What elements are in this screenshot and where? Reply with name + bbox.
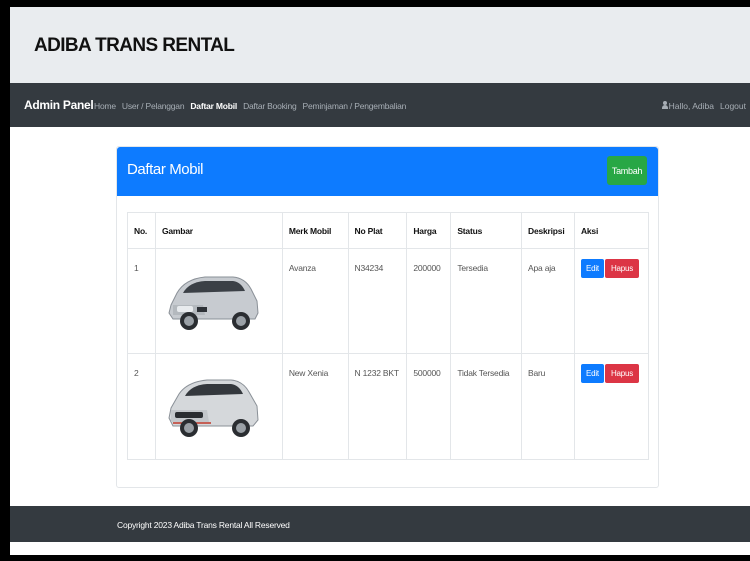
page-footer: Copyright 2023 Adiba Trans Rental All Re… <box>10 506 750 542</box>
col-header-harga: Harga <box>406 212 452 249</box>
col-header-gambar: Gambar <box>154 212 283 249</box>
col-header-status: Status <box>450 212 523 249</box>
user-greeting: Hallo, Adiba <box>668 101 714 111</box>
edit-button[interactable]: Edit <box>580 259 604 278</box>
site-header: ADIBA TRANS RENTAL <box>10 7 750 83</box>
nav-links: Home User / Pelanggan Daftar Mobil Dafta… <box>94 101 406 111</box>
window-frame-top <box>0 0 750 7</box>
cell-plat: N34234 <box>347 248 408 354</box>
car-list-card: Daftar Mobil Tambah No. Gambar Merk Mobi… <box>116 146 659 488</box>
nav-link-peminjaman-pengembalian[interactable]: Peminjaman / Pengembalian <box>303 101 407 111</box>
cell-deskripsi: Baru <box>521 353 575 460</box>
table-row: 2 New Xenia N 1232 BKT 500000 Tidak Ters… <box>127 353 650 460</box>
table-header-row: No. Gambar Merk Mobil No Plat Harga Stat… <box>127 212 650 249</box>
site-title: ADIBA TRANS RENTAL <box>34 35 235 56</box>
add-car-button[interactable]: Tambah <box>607 156 647 185</box>
delete-button[interactable]: Hapus <box>604 259 640 278</box>
edit-button[interactable]: Edit <box>580 364 604 383</box>
delete-button[interactable]: Hapus <box>604 364 640 383</box>
window-frame-bottom <box>0 555 750 561</box>
cell-image <box>154 353 283 460</box>
footer-copyright: Copyright 2023 Adiba Trans Rental All Re… <box>117 520 290 530</box>
col-header-aksi: Aksi <box>573 212 650 249</box>
window-frame-left <box>0 0 10 561</box>
cell-harga: 200000 <box>406 248 452 354</box>
nav-user-area: Hallo, Adiba Logout <box>661 101 746 111</box>
car-table: No. Gambar Merk Mobil No Plat Harga Stat… <box>127 212 650 460</box>
navbar-brand[interactable]: Admin Panel <box>24 98 94 112</box>
card-header: Daftar Mobil Tambah <box>117 147 658 196</box>
cell-deskripsi: Apa aja <box>521 248 575 354</box>
cell-image <box>154 248 283 354</box>
user-greeting-link[interactable]: Hallo, Adiba <box>661 101 714 111</box>
cell-merk: Avanza <box>281 248 349 354</box>
user-icon <box>661 101 668 109</box>
car-image-avanza <box>168 276 259 330</box>
cell-aksi: Edit Hapus <box>573 353 650 460</box>
nav-link-daftar-booking[interactable]: Daftar Booking <box>243 101 297 111</box>
cell-no: 1 <box>127 248 156 354</box>
cell-harga: 500000 <box>406 353 452 460</box>
card-title: Daftar Mobil <box>127 161 204 178</box>
nav-link-daftar-mobil[interactable]: Daftar Mobil <box>190 101 237 111</box>
col-header-merk: Merk Mobil <box>281 212 349 249</box>
logout-link[interactable]: Logout <box>720 101 746 111</box>
cell-status: Tidak Tersedia <box>450 353 523 460</box>
nav-link-home[interactable]: Home <box>94 101 116 111</box>
col-header-no: No. <box>127 212 156 249</box>
car-image-xenia <box>168 379 259 437</box>
cell-no: 2 <box>127 353 156 460</box>
table-row: 1 Avanza N34234 200000 Tersedia Apa aja … <box>127 248 650 354</box>
cell-status: Tersedia <box>450 248 523 354</box>
cell-aksi: Edit Hapus <box>573 248 650 354</box>
col-header-plat: No Plat <box>347 212 408 249</box>
top-navbar: Admin Panel Home User / Pelanggan Daftar… <box>10 83 750 127</box>
cell-plat: N 1232 BKT <box>347 353 408 460</box>
cell-merk: New Xenia <box>281 353 349 460</box>
col-header-deskripsi: Deskripsi <box>521 212 575 249</box>
nav-link-user-pelanggan[interactable]: User / Pelanggan <box>122 101 185 111</box>
